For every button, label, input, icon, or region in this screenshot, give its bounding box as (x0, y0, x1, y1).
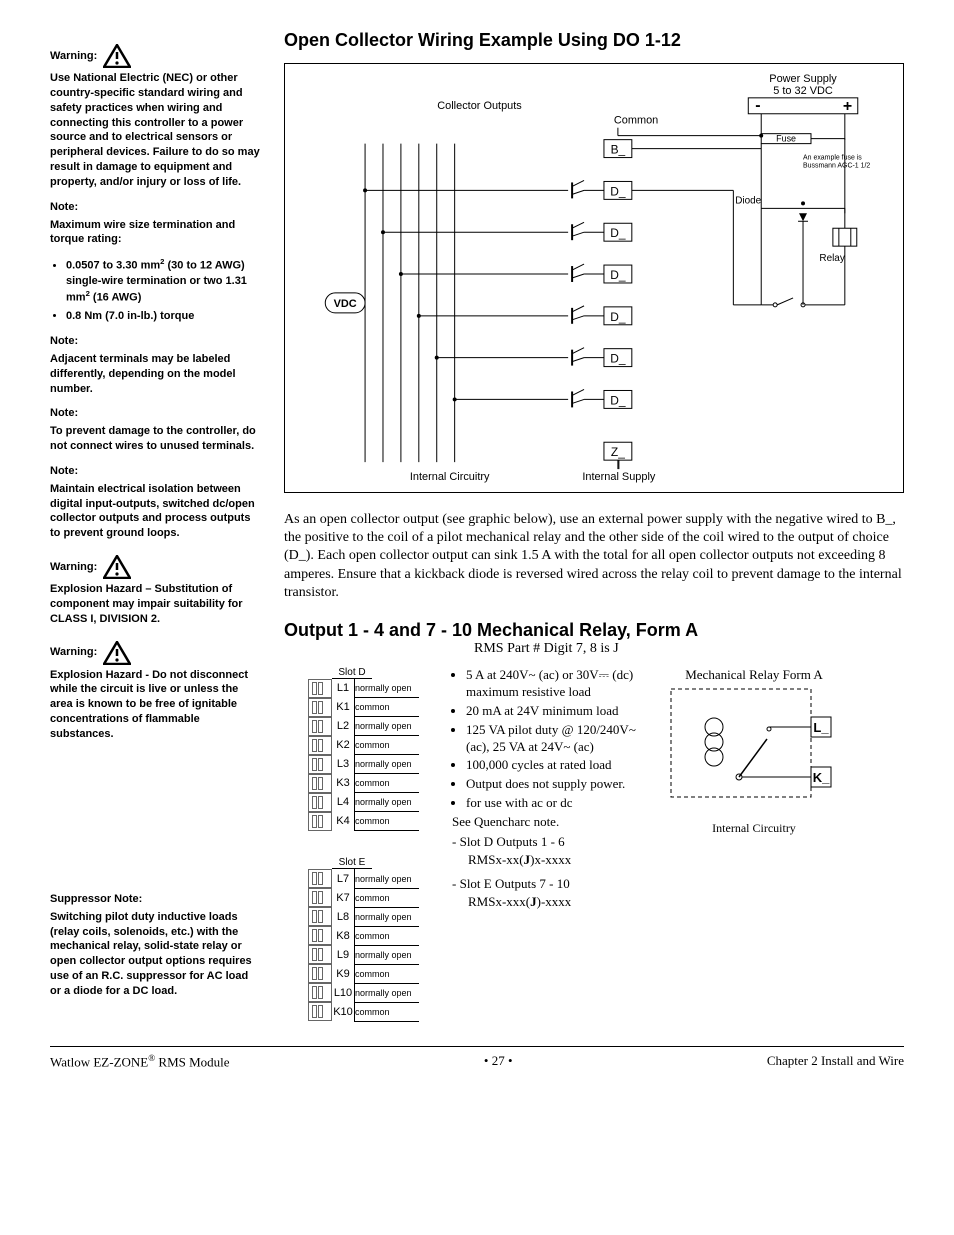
slotD-title: Slot D (332, 667, 372, 679)
svg-text:D_: D_ (610, 393, 626, 407)
warning-body-3: Explosion Hazard - Do not disconnect whi… (50, 668, 260, 742)
slot-tables: Slot D L1normally openK1commonL2normally… (284, 667, 434, 1022)
warning-label-3: Warning: (50, 645, 97, 660)
relay-svg: L_ K_ (669, 687, 839, 817)
relay-caption: Mechanical Relay Form A (669, 667, 839, 683)
svg-text:Bussmann AGC-1 1/2: Bussmann AGC-1 1/2 (803, 163, 870, 170)
svg-text:D_: D_ (610, 352, 626, 366)
warning-icon (103, 44, 131, 68)
warning-label-2: Warning: (50, 560, 97, 575)
section2-subtitle: RMS Part # Digit 7, 8 is J (474, 641, 904, 657)
svg-text:D_: D_ (610, 226, 626, 240)
quencharc-note: See Quencharc note. (452, 814, 651, 830)
note-body-4: Maintain electrical isolation between di… (50, 482, 260, 541)
sidebar-notes: Warning: Use National Electric (NEC) or … (50, 30, 260, 1022)
svg-text:Diode: Diode (735, 195, 761, 206)
warning-icon (103, 641, 131, 665)
relay-figure: Mechanical Relay Form A (669, 667, 839, 1022)
svg-text:Z_: Z_ (611, 445, 625, 459)
suppressor-label: Suppressor Note: (50, 892, 260, 907)
warning-body-2: Explosion Hazard – Substitution of compo… (50, 582, 260, 627)
svg-text:D_: D_ (610, 268, 626, 282)
svg-text:Relay: Relay (819, 253, 844, 264)
slotE-title: Slot E (332, 857, 372, 869)
svg-text:D_: D_ (610, 184, 626, 198)
svg-text:D_: D_ (610, 310, 626, 324)
spec-list: 5 A at 240V~ (ac) or 30V⎓ (dc) maximum r… (452, 667, 651, 812)
svg-text:5 to 32 VDC: 5 to 32 VDC (773, 85, 833, 97)
warning-heading-3: Warning: (50, 641, 260, 665)
note-body-1: Maximum wire size termination and torque… (50, 218, 260, 248)
svg-text:+: + (843, 98, 852, 115)
slotE-table: L7normally openK7commonL8normally openK8… (308, 869, 419, 1022)
note-label-4: Note: (50, 464, 260, 479)
svg-text:VDC: VDC (334, 298, 357, 310)
svg-text:K_: K_ (813, 770, 830, 785)
svg-text:An example fuse is: An example fuse is (803, 155, 862, 162)
svg-text:Power Supply: Power Supply (769, 73, 837, 85)
slotD-table: L1normally openK1commonL2normally openK2… (308, 679, 419, 832)
svg-text:-: - (755, 97, 760, 114)
warning-icon (103, 555, 131, 579)
svg-text:B_: B_ (611, 143, 626, 157)
section2-title: Output 1 - 4 and 7 - 10 Mechanical Relay… (284, 620, 904, 641)
section1-body: As an open collector output (see graphic… (284, 511, 904, 602)
note1-list: 0.0507 to 3.30 mm2 (30 to 12 AWG) single… (50, 257, 260, 324)
main-content: Open Collector Wiring Example Using DO 1… (284, 30, 904, 1022)
note-label-2: Note: (50, 334, 260, 349)
svg-text:L_: L_ (813, 720, 829, 735)
note-body-3: To prevent damage to the controller, do … (50, 424, 260, 454)
spec-column: 5 A at 240V~ (ac) or 30V⎓ (dc) maximum r… (452, 667, 651, 1022)
note-label-1: Note: (50, 200, 260, 215)
note-label-3: Note: (50, 406, 260, 421)
warning-label: Warning: (50, 49, 97, 64)
svg-text:Internal Circuitry: Internal Circuitry (410, 471, 490, 483)
open-collector-diagram: Power Supply 5 to 32 VDC - + Fuse An exa… (284, 63, 904, 493)
svg-text:Fuse: Fuse (776, 134, 796, 144)
svg-text:Collector Outputs: Collector Outputs (437, 100, 522, 112)
suppressor-body: Switching pilot duty inductive loads (re… (50, 910, 260, 999)
svg-text:Common: Common (614, 115, 658, 127)
relay-internal-label: Internal Circuitry (669, 821, 839, 836)
slot-part-list: Slot D Outputs 1 - 6RMSx-xx(J)x-xxxx Slo… (452, 834, 651, 910)
svg-text:Internal Supply: Internal Supply (582, 471, 655, 483)
warning-heading-1: Warning: (50, 44, 260, 68)
warning-heading-2: Warning: (50, 555, 260, 579)
note-body-2: Adjacent terminals may be labeled differ… (50, 352, 260, 397)
section1-title: Open Collector Wiring Example Using DO 1… (284, 30, 904, 51)
warning-body-1: Use National Electric (NEC) or other cou… (50, 71, 260, 190)
page-footer: Watlow EZ-ZONE® RMS Module • 27 • Chapte… (50, 1046, 904, 1070)
